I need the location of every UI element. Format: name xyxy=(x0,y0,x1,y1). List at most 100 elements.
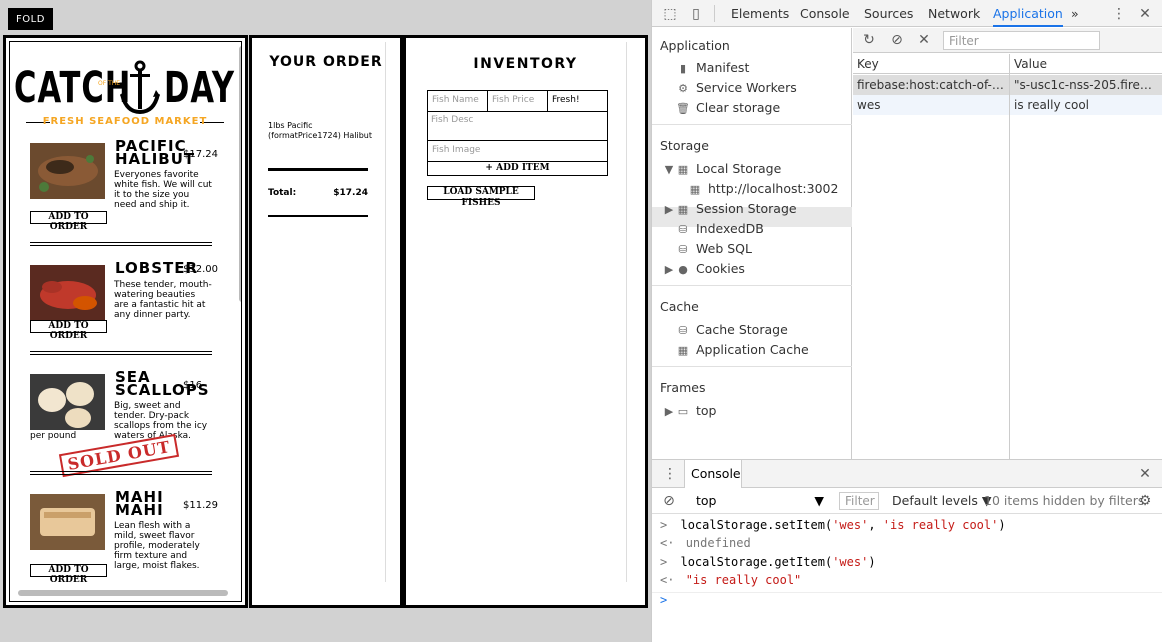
more-options-icon[interactable]: ⋮ xyxy=(1111,6,1127,22)
fish-name-input[interactable]: Fish Name xyxy=(428,91,488,111)
sidebar-item-cache-storage[interactable]: ⛁ Cache Storage xyxy=(676,322,788,337)
add-item-button[interactable]: + ADD ITEM xyxy=(428,162,607,175)
section-cache: Cache xyxy=(660,299,699,314)
menu-scrollbar-vertical[interactable] xyxy=(239,46,241,302)
storage-filter-input[interactable]: Filter xyxy=(943,31,1100,50)
sidebar-item-local-storage[interactable]: ▼ ▦ Local Storage xyxy=(664,161,782,176)
fish-description: These tender, mouth-watering beauties ar… xyxy=(114,280,212,320)
sidebar-item-service-workers[interactable]: ⚙ Service Workers xyxy=(676,80,797,95)
sidebar-item-indexeddb[interactable]: ⛁ IndexedDB xyxy=(676,221,763,236)
settings-gear-icon[interactable]: ⚙ xyxy=(1137,493,1153,509)
sidebar-item-frame-top[interactable]: ▶ ▭ top xyxy=(664,403,717,418)
tab-console[interactable]: Console xyxy=(800,0,850,27)
logo-word-day: DAY xyxy=(164,63,235,113)
app-viewport: FOLD CATCH OF THE DAY FRESH SEAFOOD MARK… xyxy=(0,0,651,642)
add-to-order-button[interactable]: ADD TO ORDER xyxy=(30,211,107,232)
more-tabs-button[interactable]: » xyxy=(1071,0,1079,27)
console-input-line: > localStorage.setItem('wes', 'is really… xyxy=(660,518,1006,532)
sidebar-item-session-storage[interactable]: ▶ ▦ Session Storage xyxy=(664,201,797,216)
console-toolbar: ⊘ top ▼ Filter Default levels ▼ 10 items … xyxy=(652,488,1162,514)
logo-subtitle: FRESH SEAFOOD MARKET xyxy=(42,116,208,127)
column-header-value[interactable]: Value xyxy=(1010,54,1162,74)
context-value: top xyxy=(696,493,717,508)
table-cell-value[interactable]: is really cool xyxy=(1010,95,1162,115)
sidebar-item-application-cache[interactable]: ▦ Application Cache xyxy=(676,342,809,357)
console-drawer: ⋮ Console ✕ ⊘ top ▼ Filter Default levels… xyxy=(652,459,1162,642)
table-cell-key[interactable]: wes xyxy=(853,95,1009,115)
add-fish-form: Fish Name Fish Price Fresh! Fish Desc Fi… xyxy=(427,90,608,176)
tab-sources[interactable]: Sources xyxy=(864,0,913,27)
console-prompt[interactable]: > xyxy=(660,593,667,607)
sidebar-separator xyxy=(652,285,852,286)
add-to-order-button[interactable]: ADD TO ORDER xyxy=(30,320,107,341)
drawer-menu-icon[interactable]: ⋮ xyxy=(662,466,678,482)
order-rule-bottom xyxy=(268,215,368,217)
device-toggle-icon[interactable]: ▯ xyxy=(688,6,704,22)
console-filter-input[interactable]: Filter xyxy=(839,492,879,510)
console-drawer-tab[interactable]: Console xyxy=(684,460,742,488)
sidebar-item-manifest[interactable]: ▮ Manifest xyxy=(676,60,749,75)
clear-console-icon[interactable]: ⊘ xyxy=(661,493,677,509)
tab-application[interactable]: Application xyxy=(993,0,1063,27)
fold-button[interactable]: FOLD xyxy=(8,8,53,30)
storage-toolbar: ↻ ⊘ ✕ Filter xyxy=(853,28,1162,53)
menu-inner: CATCH OF THE DAY FRESH SEAFOOD MARKET PA… xyxy=(9,41,242,602)
sidebar-item-label: Manifest xyxy=(696,60,750,75)
inspect-icon[interactable]: ⬚ xyxy=(662,6,678,22)
fish-image-input[interactable]: Fish Image xyxy=(428,141,607,162)
tab-elements[interactable]: Elements xyxy=(731,0,789,27)
sidebar-item-label: Web SQL xyxy=(696,241,752,256)
context-select[interactable]: top ▼ xyxy=(688,491,828,511)
table-cell-value[interactable]: "s-usc1c-nss-205.fireba... xyxy=(1010,75,1162,95)
console-code: localStorage.getItem( xyxy=(680,555,833,569)
divider xyxy=(30,242,212,246)
fish-description: Everyones favorite white fish. We will c… xyxy=(114,170,212,210)
sidebar-item-clear-storage[interactable]: 🗑 Clear storage xyxy=(676,100,780,115)
table-cell-key[interactable]: firebase:host:catch-of-th... xyxy=(853,75,1009,95)
console-result-line: <· "is really cool" xyxy=(660,573,801,587)
console-code: ) xyxy=(868,555,876,569)
cookie-icon: ● xyxy=(678,262,688,276)
console-string: 'wes' xyxy=(832,518,869,532)
close-icon[interactable]: ✕ xyxy=(1137,6,1153,22)
sidebar-item-localhost[interactable]: ▦ http://localhost:3002 xyxy=(688,181,839,196)
sidebar-item-label: Cache Storage xyxy=(696,322,788,337)
order-scrollbar xyxy=(385,42,386,582)
console-prompt-prefix: > xyxy=(660,518,668,532)
sidebar-item-label: Local Storage xyxy=(696,161,782,176)
sidebar-item-cookies[interactable]: ▶ ● Cookies xyxy=(664,261,745,276)
sidebar-separator xyxy=(652,124,852,125)
delete-selected-icon[interactable]: ✕ xyxy=(916,32,932,48)
fish-item: MAHI MAHI $11.29 Lean flesh with a mild,… xyxy=(30,488,218,585)
database-icon: ⛁ xyxy=(678,242,688,256)
clear-all-icon[interactable]: ⊘ xyxy=(889,32,905,48)
menu-panel: CATCH OF THE DAY FRESH SEAFOOD MARKET PA… xyxy=(3,35,248,608)
fish-name: PACIFIC HALIBUT xyxy=(115,137,196,168)
fish-price: $32.00 xyxy=(183,264,218,275)
fish-desc-textarea[interactable]: Fish Desc xyxy=(428,112,607,141)
fish-price: $11.29 xyxy=(183,500,218,511)
application-sidebar: Application ▮ Manifest ⚙ Service Workers 🗑… xyxy=(652,28,852,459)
devtools-toolbar: ⬚ ▯ Elements Console Sources Network App… xyxy=(652,0,1162,27)
column-header-key[interactable]: Key xyxy=(853,54,1009,74)
fish-item: LOBSTER $32.00 These tender, mouth-water… xyxy=(30,261,218,345)
trash-icon: 🗑 xyxy=(676,101,690,115)
sidebar-item-web-sql[interactable]: ⛁ Web SQL xyxy=(676,241,752,256)
fish-status-select[interactable]: Fresh! xyxy=(548,91,607,111)
fish-price-input[interactable]: Fish Price xyxy=(488,91,548,111)
order-panel: YOUR ORDER 1lbs Pacific (formatPrice1724… xyxy=(249,35,403,608)
menu-scrollbar-horizontal[interactable] xyxy=(18,590,228,596)
fish-description: Lean flesh with a mild, sweet flavor pro… xyxy=(114,521,200,571)
tab-network[interactable]: Network xyxy=(928,0,980,27)
sidebar-item-label: Application Cache xyxy=(696,342,809,357)
close-drawer-icon[interactable]: ✕ xyxy=(1137,466,1153,482)
add-to-order-button[interactable]: ADD TO ORDER xyxy=(30,564,107,585)
console-drawer-tabbar: ⋮ Console ✕ xyxy=(652,460,1162,488)
load-sample-fishes-button[interactable]: LOAD SAMPLE FISHES xyxy=(427,186,535,208)
console-code: localStorage.setItem( xyxy=(680,518,833,532)
log-levels-dropdown[interactable]: Default levels ▼ xyxy=(892,493,991,508)
fish-name: MAHI MAHI xyxy=(115,488,164,519)
refresh-icon[interactable]: ↻ xyxy=(861,32,877,48)
order-total: Total: $17.24 xyxy=(268,188,368,198)
collapsed-triangle-icon: ▶ xyxy=(664,202,674,216)
